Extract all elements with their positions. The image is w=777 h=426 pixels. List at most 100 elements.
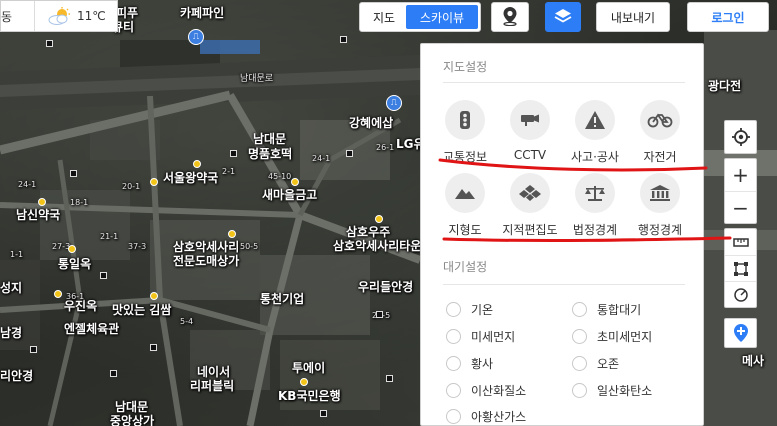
tool-cctv[interactable]: CCTV <box>499 100 561 162</box>
map-label: 명품호떡 <box>248 147 293 161</box>
radio-so2[interactable]: 아황산가스 <box>446 408 526 425</box>
map-marker <box>100 272 107 279</box>
layers-button[interactable] <box>545 2 581 32</box>
radio-ozone[interactable]: 오존 <box>572 355 619 372</box>
cadastral-icon <box>510 173 550 213</box>
poi-pin-icon[interactable] <box>150 292 158 300</box>
zoom-out-button[interactable]: − <box>725 191 756 223</box>
map-marker <box>46 40 53 47</box>
tool-accident[interactable]: 사고·공사 <box>564 100 626 165</box>
radius-icon[interactable] <box>725 281 756 307</box>
streetview-icon <box>501 6 519 29</box>
radio-button[interactable] <box>572 356 587 371</box>
login-button[interactable]: 로그인 <box>687 2 769 32</box>
radio-button[interactable] <box>446 356 461 371</box>
radio-button[interactable] <box>446 383 461 398</box>
ruler-icon[interactable] <box>725 229 756 255</box>
measure-control[interactable] <box>724 228 757 308</box>
map-view-button[interactable]: 지도 <box>362 5 406 29</box>
area-icon[interactable] <box>725 255 756 281</box>
radio-yellow-dust[interactable]: 황사 <box>446 355 493 372</box>
tool-cadastral[interactable]: 지적편집도 <box>499 173 561 238</box>
warning-icon <box>575 100 615 140</box>
tool-label: 법정경계 <box>572 223 618 237</box>
bus-stop-icon[interactable]: ⎍ <box>188 29 204 45</box>
map-marker <box>30 346 37 353</box>
lot-number: 5-4 <box>180 317 194 326</box>
poi-pin-icon[interactable] <box>291 178 299 186</box>
layers-icon <box>554 7 572 28</box>
map-marker <box>376 311 383 318</box>
map-type-toggle[interactable]: 지도 스카이뷰 <box>359 2 481 32</box>
radio-label: 미세먼지 <box>471 330 516 344</box>
lot-number: 45-10 <box>268 172 292 181</box>
radio-label: 초미세먼지 <box>597 330 653 344</box>
map-settings-title: 지도설정 <box>443 60 488 74</box>
skyview-button[interactable]: 스카이뷰 <box>406 5 478 29</box>
radio-button[interactable] <box>572 302 587 317</box>
lot-number: 24-1 <box>18 180 37 189</box>
radio-integrated-air[interactable]: 통합대기 <box>572 301 641 318</box>
add-place-control[interactable] <box>724 318 757 348</box>
poi-pin-icon[interactable] <box>300 378 308 386</box>
weather-temperature: 11℃ <box>77 9 106 23</box>
lot-number: 21-1 <box>100 232 119 241</box>
crosshair-icon[interactable] <box>725 121 756 153</box>
tool-legal-boundary[interactable]: 법정경계 <box>564 173 626 238</box>
radio-no2[interactable]: 이산화질소 <box>446 382 526 399</box>
poi-pin-icon[interactable] <box>150 178 158 186</box>
tool-admin-boundary[interactable]: 행정경계 <box>629 173 691 238</box>
weather-widget[interactable]: 동 11℃ <box>0 0 118 32</box>
poi-pin-icon[interactable] <box>228 230 236 238</box>
tool-label: 지적편집도 <box>502 223 558 237</box>
radio-button[interactable] <box>446 329 461 344</box>
tool-traffic[interactable]: 교통정보 <box>434 100 496 165</box>
radio-button[interactable] <box>572 383 587 398</box>
radio-fine-dust[interactable]: 미세먼지 <box>446 328 515 345</box>
layer-settings-panel: 지도설정 교통정보 CCTV 사고·공사 자전거 지형도 지적편집도 법정경계 … <box>420 43 704 426</box>
tool-label: CCTV <box>513 148 547 162</box>
radio-button[interactable] <box>446 409 461 424</box>
map-label: 리안경 <box>0 369 34 383</box>
radio-label: 이산화질소 <box>471 384 527 398</box>
bicycle-icon <box>640 100 680 140</box>
bus-stop-icon[interactable]: ⎍ <box>386 95 402 111</box>
map-marker <box>386 375 393 382</box>
radio-label: 일산화탄소 <box>597 384 653 398</box>
poi-pin-icon[interactable] <box>375 215 383 223</box>
map-label: 통일옥 <box>58 257 92 271</box>
radio-temperature[interactable]: 기온 <box>446 301 493 318</box>
poi-pin-icon[interactable] <box>193 160 201 168</box>
map-label: 중앙상가 <box>110 414 155 426</box>
tool-label: 사고·공사 <box>571 150 619 164</box>
map-marker <box>70 170 77 177</box>
tool-label: 교통정보 <box>442 150 488 164</box>
add-location-icon[interactable] <box>725 319 756 347</box>
locate-control[interactable] <box>724 120 757 154</box>
zoom-in-button[interactable]: + <box>725 159 756 191</box>
radio-button[interactable] <box>572 329 587 344</box>
poi-pin-icon[interactable] <box>54 290 62 298</box>
lot-number: 18-1 <box>70 198 89 207</box>
lot-number: 50-5 <box>240 242 259 251</box>
air-settings-title: 대기설정 <box>443 260 488 274</box>
radio-button[interactable] <box>446 302 461 317</box>
streetview-button[interactable] <box>491 2 529 32</box>
map-label: 엔젤체육관 <box>64 322 120 336</box>
tool-bicycle[interactable]: 자전거 <box>629 100 691 165</box>
zoom-control[interactable]: + − <box>724 158 757 224</box>
weather-location: 동 <box>1 1 35 31</box>
radio-ultrafine-dust[interactable]: 초미세먼지 <box>572 328 652 345</box>
map-marker <box>230 150 237 157</box>
poi-pin-icon[interactable] <box>38 198 46 206</box>
map-label: 투에이 <box>292 361 326 375</box>
export-button[interactable]: 내보내기 <box>596 2 670 32</box>
map-label: 삼호우주 <box>346 225 391 239</box>
radio-label: 통합대기 <box>597 303 642 317</box>
radio-co[interactable]: 일산화탄소 <box>572 382 652 399</box>
cctv-icon <box>510 100 550 140</box>
lot-number: 36-1 <box>66 292 85 301</box>
mountain-icon <box>445 173 485 213</box>
poi-pin-icon[interactable] <box>68 245 76 253</box>
tool-terrain[interactable]: 지형도 <box>434 173 496 238</box>
